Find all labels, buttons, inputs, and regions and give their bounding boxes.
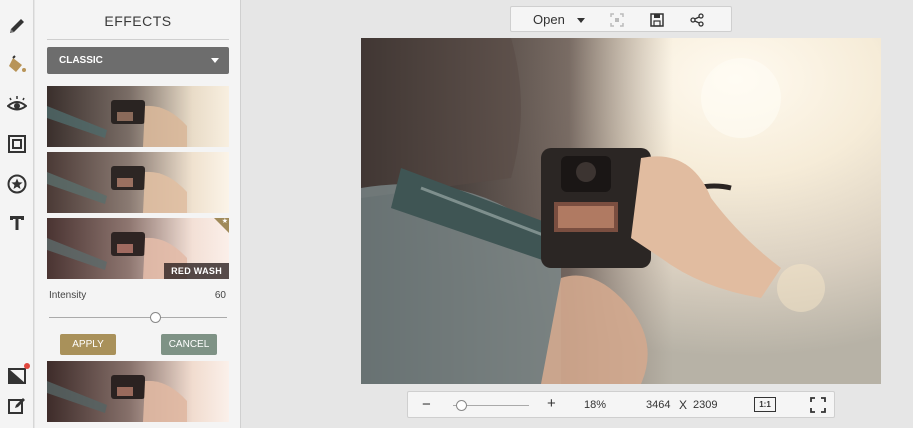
fullscreen-icon[interactable] [810, 397, 826, 413]
bottom-toolbar: − + 18% 3464 X 2309 1:1 [407, 391, 835, 418]
zoom-slider-handle[interactable] [456, 400, 467, 411]
chevron-down-icon [211, 58, 219, 63]
effect-thumbnail[interactable] [47, 152, 229, 213]
actual-size-button[interactable]: 1:1 [754, 397, 776, 412]
pencil-icon[interactable] [5, 14, 29, 38]
effect-name-label: RED WASH [164, 263, 229, 279]
star-icon: ★ [221, 218, 228, 225]
save-icon[interactable] [649, 12, 665, 28]
eye-icon[interactable] [5, 93, 29, 117]
effect-preview-image [47, 361, 229, 422]
crop-icon[interactable] [609, 12, 625, 28]
chevron-down-icon[interactable] [577, 18, 585, 23]
star-sticker-icon[interactable] [5, 172, 29, 196]
paint-bucket-icon[interactable] [5, 53, 29, 77]
effect-preview-image [47, 152, 229, 213]
intensity-value: 60 [214, 290, 226, 301]
image-height: 2309 [693, 399, 718, 411]
panel-title: EFFECTS [104, 13, 172, 29]
effect-thumbnail[interactable] [47, 361, 229, 422]
image-width: 3464 [646, 399, 671, 411]
zoom-out-button[interactable]: − [422, 396, 431, 413]
top-toolbar: Open [510, 6, 732, 32]
dimension-separator: X [679, 398, 688, 412]
apply-button[interactable]: APPLY [60, 334, 116, 355]
effect-thumbnail-selected[interactable]: ★ RED WASH [47, 218, 229, 279]
effect-thumbnail[interactable] [47, 86, 229, 147]
share-icon[interactable] [689, 12, 705, 28]
intensity-label: Intensity [49, 290, 87, 301]
effect-preview-image [47, 86, 229, 147]
notification-dot [24, 363, 30, 369]
photo-canvas[interactable] [361, 38, 881, 384]
edited-photo [361, 38, 881, 384]
frame-icon[interactable] [5, 132, 29, 156]
intensity-slider-handle[interactable] [150, 312, 162, 323]
cancel-button[interactable]: CANCEL [161, 334, 217, 355]
effects-panel: EFFECTS CLASSIC ★ RED WASH Intensity 60 … [35, 0, 241, 428]
dropdown-value: CLASSIC [59, 55, 103, 66]
edit-icon[interactable] [5, 394, 29, 418]
open-button[interactable]: Open [533, 12, 565, 27]
effect-category-dropdown[interactable]: CLASSIC [47, 47, 229, 74]
text-icon[interactable] [5, 211, 29, 235]
tool-rail [0, 0, 34, 428]
intensity-slider-track[interactable] [49, 317, 227, 318]
zoom-in-button[interactable]: + [547, 395, 556, 412]
zoom-level: 18% [584, 399, 607, 411]
panel-divider [47, 39, 229, 40]
